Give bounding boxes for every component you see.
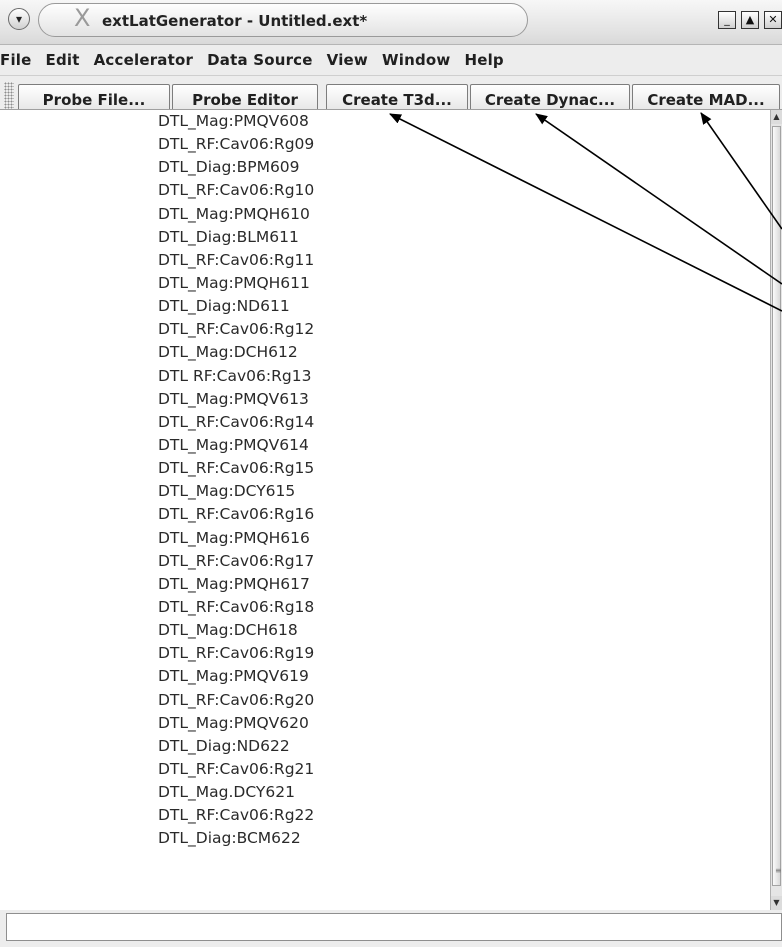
list-item[interactable]: DTL_Diag:ND611	[158, 295, 314, 318]
list-item[interactable]: DTL_Mag:PMQV619	[158, 665, 314, 688]
menu-help[interactable]: Help	[457, 51, 510, 69]
list-item[interactable]: DTL_RF:Cav06:Rg15	[158, 457, 314, 480]
list-item[interactable]: DTL_Mag:PMQV608	[158, 110, 314, 133]
list-item[interactable]: DTL_Mag:DCH612	[158, 341, 314, 364]
node-list-panel[interactable]: DTL_Mag:PMQV608 DTL_RF:Cav06:Rg09 DTL_Diag…	[0, 109, 782, 910]
node-list: DTL_Mag:PMQV608 DTL_RF:Cav06:Rg09 DTL_Diag…	[158, 110, 314, 851]
x-logo-icon: X	[74, 4, 91, 32]
title-bar: ▾ X extLatGenerator - Untitled.ext* _ ▲ …	[0, 0, 782, 45]
scroll-up-icon[interactable]: ▲	[771, 110, 782, 124]
menu-edit[interactable]: Edit	[39, 51, 87, 69]
menu-data-source[interactable]: Data Source	[200, 51, 320, 69]
list-item[interactable]: DTL_RF:Cav06:Rg10	[158, 179, 314, 202]
list-item[interactable]: DTL_RF:Cav06:Rg14	[158, 411, 314, 434]
list-item[interactable]: DTL_Diag:ND622	[158, 735, 314, 758]
maximize-icon: ▲	[745, 13, 755, 26]
list-item[interactable]: DTL_RF:Cav06:Rg09	[158, 133, 314, 156]
list-item[interactable]: DTL_Mag.DCY621	[158, 781, 314, 804]
window-menu-button[interactable]: ▾	[8, 8, 30, 30]
list-item[interactable]: DTL_RF:Cav06:Rg12	[158, 318, 314, 341]
list-item[interactable]: DTL_Mag:PMQH616	[158, 527, 314, 550]
vertical-scrollbar[interactable]: ▲ ≡ ▼	[770, 110, 782, 910]
close-button[interactable]: ✕	[764, 11, 782, 29]
window-title: extLatGenerator - Untitled.ext*	[102, 12, 368, 30]
list-item[interactable]: DTL_Mag:PMQH617	[158, 573, 314, 596]
list-item[interactable]: DTL_Mag:PMQH611	[158, 272, 314, 295]
chevron-down-icon: ▾	[15, 12, 23, 26]
minimize-button[interactable]: _	[718, 11, 736, 29]
menu-bar: File Edit Accelerator Data Source View W…	[0, 45, 782, 76]
status-field	[6, 913, 782, 941]
list-item[interactable]: DTL_RF:Cav06:Rg21	[158, 758, 314, 781]
menu-file[interactable]: File	[0, 51, 39, 69]
list-item[interactable]: DTL_Mag:PMQV613	[158, 388, 314, 411]
minimize-icon: _	[724, 13, 730, 26]
list-item[interactable]: DTL_RF:Cav06:Rg18	[158, 596, 314, 619]
list-item[interactable]: DTL_Diag:BLM611	[158, 226, 314, 249]
menu-accelerator[interactable]: Accelerator	[87, 51, 200, 69]
list-item[interactable]: DTL RF:Cav06:Rg13	[158, 365, 314, 388]
list-item[interactable]: DTL_Mag:PMQV614	[158, 434, 314, 457]
list-item[interactable]: DTL_RF:Cav06:Rg11	[158, 249, 314, 272]
menu-window[interactable]: Window	[375, 51, 457, 69]
list-item[interactable]: DTL_RF:Cav06:Rg19	[158, 642, 314, 665]
list-item[interactable]: DTL_Mag:DCH618	[158, 619, 314, 642]
menu-view[interactable]: View	[320, 51, 375, 69]
close-icon: ✕	[768, 13, 778, 26]
list-item[interactable]: DTL_RF:Cav06:Rg22	[158, 804, 314, 827]
list-item[interactable]: DTL_Diag:BPM609	[158, 156, 314, 179]
grip-icon: ≡	[775, 866, 782, 875]
list-item[interactable]: DTL_RF:Cav06:Rg17	[158, 550, 314, 573]
list-item[interactable]: DTL_Mag:PMQV620	[158, 712, 314, 735]
list-item[interactable]: DTL_Mag:PMQH610	[158, 203, 314, 226]
list-item[interactable]: DTL_Mag:DCY615	[158, 480, 314, 503]
maximize-button[interactable]: ▲	[741, 11, 759, 29]
list-item[interactable]: DTL_Diag:BCM622	[158, 827, 314, 850]
list-item[interactable]: DTL_RF:Cav06:Rg16	[158, 503, 314, 526]
list-item[interactable]: DTL_RF:Cav06:Rg20	[158, 689, 314, 712]
scrollbar-thumb[interactable]: ≡	[772, 126, 782, 886]
scroll-down-icon[interactable]: ▼	[771, 896, 782, 910]
